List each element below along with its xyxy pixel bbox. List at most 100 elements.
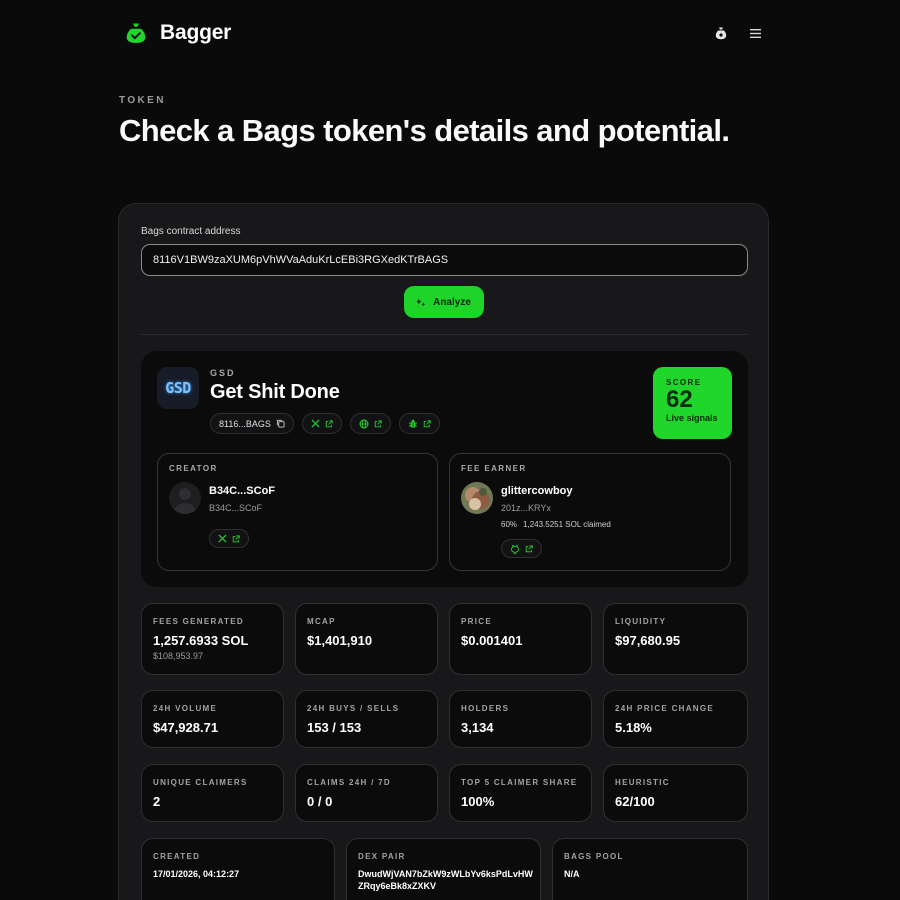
- score-value: 62: [666, 386, 693, 413]
- app-name: Bagger: [160, 21, 232, 44]
- stat-24h-volume: 24H VOLUME $47,928.71: [141, 690, 284, 748]
- analyze-label: Analyze: [433, 296, 471, 308]
- bag-icon[interactable]: [714, 26, 728, 40]
- analyze-button[interactable]: Analyze: [404, 286, 484, 318]
- stat-value: 0 / 0: [307, 794, 333, 809]
- menu-icon[interactable]: [748, 26, 762, 40]
- detail-dex-pair: DEX PAIR DwudWjVAN7bZkW9zWLbYv6ksPdLvHWZ…: [346, 838, 541, 900]
- detail-value: N/A: [564, 869, 580, 879]
- external-link-icon: [325, 419, 333, 427]
- short-address: 8116...BAGS: [219, 418, 271, 429]
- stat-value: 62/100: [615, 794, 655, 809]
- stat-claims-24h-7d: CLAIMS 24H / 7D 0 / 0: [295, 764, 438, 822]
- contract-address-input[interactable]: [141, 244, 748, 276]
- stat-fees-generated: FEES GENERATED 1,257.6933 SOL $108,953.9…: [141, 603, 284, 675]
- stat-subvalue: $108,953.97: [153, 651, 204, 661]
- creator-x-link[interactable]: [209, 529, 249, 548]
- creator-label: CREATOR: [169, 464, 218, 473]
- detail-created: CREATED 17/01/2026, 04:12:27: [141, 838, 335, 900]
- stat-label: MCAP: [307, 617, 336, 626]
- x-icon: [218, 534, 227, 543]
- stat-price: PRICE $0.001401: [449, 603, 592, 675]
- token-symbol: GSD: [210, 368, 236, 378]
- copy-address-pill[interactable]: 8116...BAGS: [210, 413, 294, 434]
- page-eyebrow: TOKEN: [119, 95, 166, 106]
- token-name: Get Shit Done: [210, 381, 340, 403]
- detail-label: BAGS POOL: [564, 852, 624, 861]
- copy-icon: [276, 419, 285, 428]
- stat-value: 1,257.6933 SOL: [153, 633, 249, 648]
- stat-24h-buys-sells: 24H BUYS / SELLS 153 / 153: [295, 690, 438, 748]
- fee-earner-card: FEE EARNER glittercowboy 201z...KRYx 60%…: [449, 453, 731, 571]
- detail-bags-pool: BAGS POOL N/A: [552, 838, 748, 900]
- token-logo: GSD: [157, 367, 199, 409]
- stat-mcap: MCAP $1,401,910: [295, 603, 438, 675]
- detail-value: 17/01/2026, 04:12:27: [153, 869, 240, 879]
- token-check-card: Bags contract address Analyze GSD GSD Ge…: [118, 203, 769, 900]
- stat-label: HOLDERS: [461, 704, 510, 713]
- contract-address-label: Bags contract address: [141, 226, 241, 237]
- bag-logo-icon: [126, 23, 146, 43]
- stat-label: CLAIMS 24H / 7D: [307, 778, 391, 787]
- stat-value: 5.18%: [615, 720, 652, 735]
- token-links: 8116...BAGS: [210, 413, 440, 434]
- score-badge: SCORE 62 Live signals: [653, 367, 732, 439]
- github-icon: [511, 544, 519, 554]
- stat-value: 100%: [461, 794, 495, 809]
- stat-label: PRICE: [461, 617, 492, 626]
- x-link-pill[interactable]: [301, 413, 342, 434]
- stat-label: UNIQUE CLAIMERS: [153, 778, 248, 787]
- stat-value: 2: [153, 794, 161, 809]
- detail-label: CREATED: [153, 852, 201, 861]
- external-link-icon: [423, 419, 431, 427]
- detail-label: DEX PAIR: [358, 852, 406, 861]
- creator-handle: B34C...SCoF: [209, 503, 263, 513]
- fee-earner-share: 60%: [501, 520, 518, 529]
- stat-label: LIQUIDITY: [615, 617, 667, 626]
- top-actions: [714, 26, 762, 40]
- globe-icon: [359, 419, 369, 428]
- fee-earner-label: FEE EARNER: [461, 464, 527, 473]
- page-title: Check a Bags token's details and potenti…: [119, 113, 730, 148]
- score-subtitle: Live signals: [666, 413, 718, 423]
- stat-holders: HOLDERS 3,134: [449, 690, 592, 748]
- bug-link-pill[interactable]: [398, 413, 440, 434]
- website-link-pill[interactable]: [349, 413, 391, 434]
- stat-label: HEURISTIC: [615, 778, 670, 787]
- stat-value: $97,680.95: [615, 633, 681, 648]
- stat-top5-claimer-share: TOP 5 CLAIMER SHARE 100%: [449, 764, 592, 822]
- top-bar: Bagger: [124, 18, 766, 48]
- external-link-icon: [232, 534, 240, 542]
- stat-unique-claimers: UNIQUE CLAIMERS 2: [141, 764, 284, 822]
- creator-name: B34C...SCoF: [209, 485, 276, 497]
- creator-card: CREATOR B34C...SCoF B34C...SCoF: [157, 453, 438, 571]
- stat-label: 24H BUYS / SELLS: [307, 704, 400, 713]
- fee-earner-claims: 60% 1,243.5251 SOL claimed: [501, 520, 617, 529]
- stat-24h-price-change: 24H PRICE CHANGE 5.18%: [603, 690, 748, 748]
- token-panel: GSD GSD Get Shit Done 8116...BAGS SCORE …: [141, 351, 748, 587]
- external-link-icon: [374, 419, 382, 427]
- brand[interactable]: Bagger: [124, 21, 231, 45]
- fee-earner-claimed: 1,243.5251 SOL claimed: [523, 520, 611, 529]
- stat-label: 24H PRICE CHANGE: [615, 704, 715, 713]
- stat-value: 3,134: [461, 720, 494, 735]
- bug-icon: [408, 419, 417, 428]
- stat-value: $1,401,910: [307, 633, 373, 648]
- stat-value: 153 / 153: [307, 720, 362, 735]
- token-logo-text: GSD: [165, 379, 191, 397]
- stat-liquidity: LIQUIDITY $97,680.95: [603, 603, 748, 675]
- stat-label: FEES GENERATED: [153, 617, 244, 626]
- stat-value: $0.001401: [461, 633, 523, 648]
- creator-avatar: [169, 482, 201, 514]
- stat-label: TOP 5 CLAIMER SHARE: [461, 778, 578, 787]
- sparkle-icon: [417, 298, 426, 306]
- fee-earner-name: glittercowboy: [501, 485, 573, 497]
- detail-value[interactable]: DwudWjVAN7bZkW9zWLbYv6ksPdLvHWZRqy6eBk8x…: [358, 868, 533, 892]
- stat-label: 24H VOLUME: [153, 704, 218, 713]
- fee-earner-github-link[interactable]: [501, 539, 542, 558]
- divider: [141, 334, 748, 335]
- external-link-icon: [525, 544, 533, 552]
- stat-value: $47,928.71: [153, 720, 219, 735]
- fee-earner-avatar: [461, 482, 493, 514]
- x-icon: [311, 419, 320, 428]
